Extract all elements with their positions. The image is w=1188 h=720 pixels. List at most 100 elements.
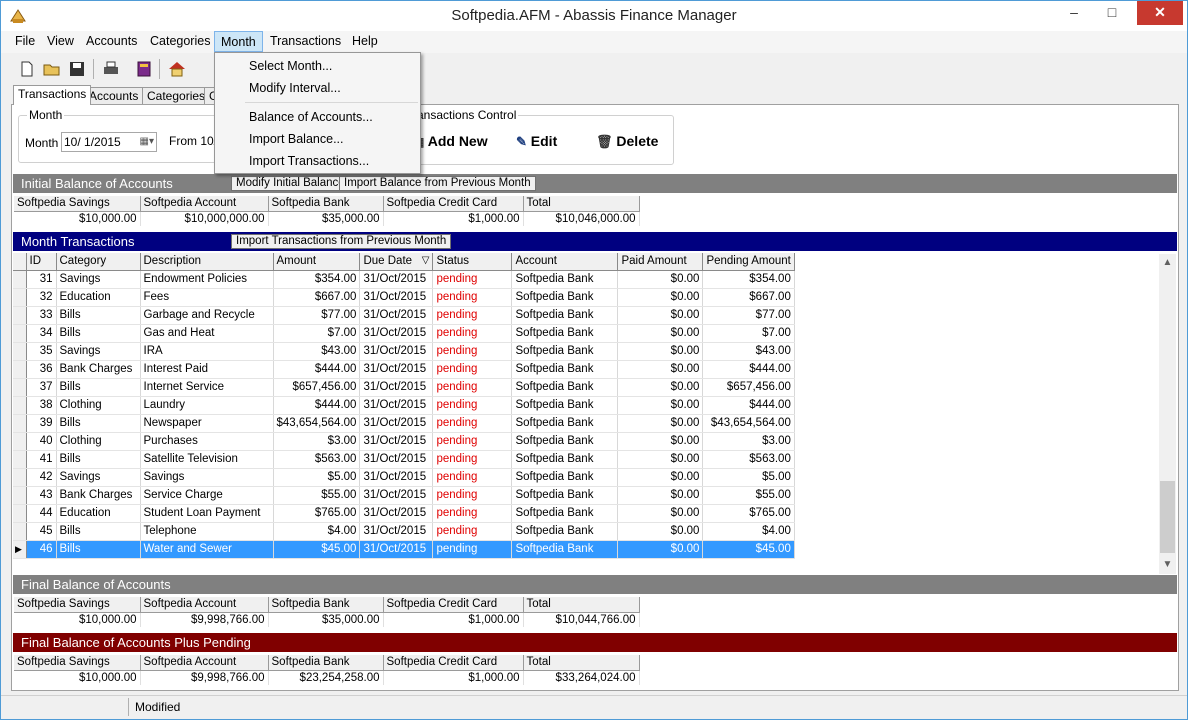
cell-paid-amount[interactable]: $0.00 xyxy=(617,378,704,397)
cell-due-date[interactable]: 31/Oct/2015 xyxy=(359,288,434,307)
grid-vertical-scrollbar[interactable]: ▲ ▼ xyxy=(1159,254,1176,574)
table-row[interactable]: 36 Bank Charges Interest Paid $444.00 31/Oct… xyxy=(13,360,795,379)
cell-pending-amount[interactable]: $765.00 xyxy=(702,504,795,523)
cell-description[interactable]: Interest Paid xyxy=(140,360,274,379)
cell-paid-amount[interactable]: $0.00 xyxy=(617,342,704,361)
cell-paid-amount[interactable]: $0.00 xyxy=(617,468,704,487)
cell-description[interactable]: Purchases xyxy=(140,432,274,451)
menu-item-import-balance[interactable]: Import Balance... xyxy=(249,132,344,146)
cell-id[interactable]: 37 xyxy=(26,378,57,397)
book-icon[interactable] xyxy=(134,59,154,79)
cell-due-date[interactable]: 31/Oct/2015 xyxy=(359,468,434,487)
cell-amount[interactable]: $444.00 xyxy=(273,360,361,379)
col-header-account[interactable]: Account xyxy=(511,253,619,271)
cell-amount[interactable]: $667.00 xyxy=(273,288,361,307)
cell-due-date[interactable]: 31/Oct/2015 xyxy=(359,270,434,289)
cell-due-date[interactable]: 31/Oct/2015 xyxy=(359,432,434,451)
row-indicator[interactable] xyxy=(13,396,27,415)
cell-due-date[interactable]: 31/Oct/2015 xyxy=(359,342,434,361)
table-row[interactable]: 44 Education Student Loan Payment $765.00 31… xyxy=(13,504,795,523)
cell-pending-amount[interactable]: $7.00 xyxy=(702,324,795,343)
close-button[interactable]: ✕ xyxy=(1137,1,1183,25)
cell-due-date[interactable]: 31/Oct/2015 xyxy=(359,540,434,559)
cell-due-date[interactable]: 31/Oct/2015 xyxy=(359,360,434,379)
table-row[interactable]: ▶ 46 Bills Water and Sewer $45.00 31/Oct/2015… xyxy=(13,540,795,559)
row-indicator[interactable] xyxy=(13,414,27,433)
cell-id[interactable]: 45 xyxy=(26,522,57,541)
cell-amount[interactable]: $45.00 xyxy=(273,540,361,559)
cell-due-date[interactable]: 31/Oct/2015 xyxy=(359,306,434,325)
col-header-id[interactable]: ID xyxy=(26,253,57,271)
row-indicator[interactable] xyxy=(13,270,27,289)
import-transactions-previous-month-button[interactable]: Import Transactions from Previous Month xyxy=(231,234,452,249)
cell-status[interactable]: pending xyxy=(432,360,513,379)
cell-description[interactable]: Endowment Policies xyxy=(140,270,274,289)
cell-status[interactable]: pending xyxy=(432,270,513,289)
cell-pending-amount[interactable]: $55.00 xyxy=(702,486,795,505)
scroll-down-arrow-icon[interactable]: ▼ xyxy=(1159,556,1176,573)
cell-account[interactable]: Softpedia Bank xyxy=(511,432,619,451)
cell-category[interactable]: Savings xyxy=(56,468,141,487)
cell-amount[interactable]: $77.00 xyxy=(273,306,361,325)
cell-description[interactable]: Fees xyxy=(140,288,274,307)
row-indicator[interactable] xyxy=(13,306,27,325)
cell-id[interactable]: 36 xyxy=(26,360,57,379)
cell-amount[interactable]: $657,456.00 xyxy=(273,378,361,397)
cell-pending-amount[interactable]: $657,456.00 xyxy=(702,378,795,397)
cell-id[interactable]: 38 xyxy=(26,396,57,415)
cell-amount[interactable]: $4.00 xyxy=(273,522,361,541)
print-icon[interactable] xyxy=(101,59,121,79)
cell-due-date[interactable]: 31/Oct/2015 xyxy=(359,450,434,469)
cell-account[interactable]: Softpedia Bank xyxy=(511,378,619,397)
modify-initial-balance-button[interactable]: Modify Initial Balance xyxy=(231,176,350,191)
save-icon[interactable] xyxy=(67,59,87,79)
cell-due-date[interactable]: 31/Oct/2015 xyxy=(359,378,434,397)
cell-category[interactable]: Bank Charges xyxy=(56,486,141,505)
cell-paid-amount[interactable]: $0.00 xyxy=(617,324,704,343)
cell-category[interactable]: Bills xyxy=(56,522,141,541)
menu-categories[interactable]: Categories xyxy=(144,31,216,52)
cell-description[interactable]: Laundry xyxy=(140,396,274,415)
tab-categories[interactable]: Categories xyxy=(142,87,211,105)
cell-status[interactable]: pending xyxy=(432,486,513,505)
cell-account[interactable]: Softpedia Bank xyxy=(511,540,619,559)
minimize-button[interactable]: – xyxy=(1057,1,1091,25)
cell-id[interactable]: 34 xyxy=(26,324,57,343)
cell-account[interactable]: Softpedia Bank xyxy=(511,270,619,289)
cell-category[interactable]: Bills xyxy=(56,324,141,343)
table-row[interactable]: 32 Education Fees $667.00 31/Oct/2015 pending… xyxy=(13,288,795,307)
cell-amount[interactable]: $55.00 xyxy=(273,486,361,505)
cell-category[interactable]: Bills xyxy=(56,540,141,559)
cell-id[interactable]: 44 xyxy=(26,504,57,523)
cell-description[interactable]: Garbage and Recycle xyxy=(140,306,274,325)
cell-status[interactable]: pending xyxy=(432,288,513,307)
cell-id[interactable]: 40 xyxy=(26,432,57,451)
cell-account[interactable]: Softpedia Bank xyxy=(511,342,619,361)
cell-amount[interactable]: $354.00 xyxy=(273,270,361,289)
menu-help[interactable]: Help xyxy=(346,31,384,52)
cell-id[interactable]: 41 xyxy=(26,450,57,469)
table-row[interactable]: 38 Clothing Laundry $444.00 31/Oct/2015 pendi… xyxy=(13,396,795,415)
menu-accounts[interactable]: Accounts xyxy=(80,31,143,52)
cell-description[interactable]: Savings xyxy=(140,468,274,487)
cell-account[interactable]: Softpedia Bank xyxy=(511,486,619,505)
cell-id[interactable]: 46 xyxy=(26,540,57,559)
menu-month[interactable]: Month xyxy=(214,31,263,52)
row-indicator[interactable] xyxy=(13,468,27,487)
table-row[interactable]: 34 Bills Gas and Heat $7.00 31/Oct/2015 pendi… xyxy=(13,324,795,343)
cell-status[interactable]: pending xyxy=(432,432,513,451)
table-row[interactable]: 42 Savings Savings $5.00 31/Oct/2015 pending S… xyxy=(13,468,795,487)
cell-paid-amount[interactable]: $0.00 xyxy=(617,486,704,505)
col-header-status[interactable]: Status xyxy=(432,253,513,271)
cell-amount[interactable]: $3.00 xyxy=(273,432,361,451)
menu-item-import-transactions[interactable]: Import Transactions... xyxy=(249,154,369,168)
cell-paid-amount[interactable]: $0.00 xyxy=(617,450,704,469)
table-row[interactable]: 37 Bills Internet Service $657,456.00 31/Oct… xyxy=(13,378,795,397)
cell-category[interactable]: Clothing xyxy=(56,432,141,451)
cell-status[interactable]: pending xyxy=(432,378,513,397)
cell-pending-amount[interactable]: $3.00 xyxy=(702,432,795,451)
row-indicator[interactable]: ▶ xyxy=(13,540,27,559)
cell-category[interactable]: Bills xyxy=(56,450,141,469)
cell-amount[interactable]: $765.00 xyxy=(273,504,361,523)
cell-category[interactable]: Bills xyxy=(56,306,141,325)
